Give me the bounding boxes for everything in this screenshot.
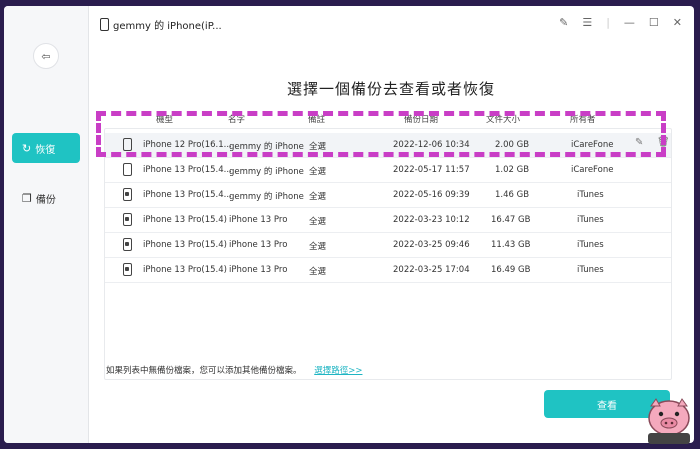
footer-hint: 如果列表中無備份檔案，您可以添加其他備份檔案。 選擇路徑>> [106,364,362,376]
cell-owner: iTunes [577,240,604,250]
cell-model: iPhone 12 Pro(16.1... [143,140,232,150]
cell-name: gemmy 的 iPhone [229,167,304,177]
feedback-icon[interactable]: ✎ [559,16,568,29]
sidebar-item-label: 恢復 [35,144,56,156]
cell-owner: iCareFone [571,140,614,150]
table-row[interactable]: iPhone 13 Pro(15.4) iPhone 13 Pro 全選 202… [105,208,671,233]
refresh-icon: ↻ [22,141,32,155]
cell-model: iPhone 13 Pro(15.4) [143,265,227,275]
cell-owner: iTunes [577,190,604,200]
locked-phone-icon [123,188,132,201]
maximize-icon[interactable]: ☐ [649,16,659,29]
column-header: 機型 [156,115,174,125]
back-button[interactable]: ⇦ [33,43,59,69]
trash-icon[interactable]: 🗑 [657,137,670,148]
column-header: 備份日期 [404,115,439,125]
cell-note: 全選 [309,167,327,177]
close-icon[interactable]: ✕ [673,16,682,29]
title-bar: gemmy 的 iPhone(iP... ✎ ☰ | — ☐ ✕ [88,6,694,42]
menu-icon[interactable]: ☰ [582,16,592,29]
divider: | [606,16,610,29]
cell-name: iPhone 13 Pro [229,265,288,275]
cell-size: 2.00 GB [495,140,530,150]
cell-name: gemmy 的 iPhone [229,192,304,202]
edit-icon[interactable]: ✎ [635,137,643,148]
sidebar-item-restore[interactable]: ↻ 恢復 [12,133,80,163]
cell-size: 1.02 GB [495,165,530,175]
table-row[interactable]: iPhone 13 Pro(15.4) iPhone 13 Pro 全選 202… [105,258,671,283]
phone-icon [123,163,132,176]
cell-date: 2022-03-25 17:04 [393,265,470,275]
cell-date: 2022-03-25 09:46 [393,240,470,250]
cell-model: iPhone 13 Pro(15.4) [143,215,227,225]
hint-text: 如果列表中無備份檔案，您可以添加其他備份檔案。 [106,366,302,376]
exit-icon: ⇦ [41,49,51,63]
sidebar-item-backup[interactable]: ❐ 備份 [12,183,80,213]
cell-owner: iTunes [577,265,604,275]
table-header: 機型 名字 備註 備份日期 文件大小 所有者 [104,113,670,127]
cell-name: gemmy 的 iPhone [229,142,304,152]
device-title: gemmy 的 iPhone(iP... [113,20,222,32]
cell-note: 全選 [309,217,327,227]
phone-icon [123,138,132,151]
locked-phone-icon [123,238,132,251]
cell-date: 2022-05-17 11:57 [393,165,470,175]
cell-size: 16.49 GB [491,265,531,275]
cell-name: iPhone 13 Pro [229,240,288,250]
column-header: 所有者 [570,115,596,125]
page-title: 選擇一個備份去查看或者恢復 [286,80,495,98]
pig-mascot-icon [648,398,690,444]
choose-path-link[interactable]: 選擇路徑>> [314,366,362,376]
cell-note: 全選 [309,267,327,277]
window-controls: ✎ ☰ | — ☐ ✕ [559,16,682,29]
locked-phone-icon [123,263,132,276]
cell-name: iPhone 13 Pro [229,215,288,225]
phone-icon [100,17,109,31]
cell-size: 1.46 GB [495,190,530,200]
cell-note: 全選 [309,242,327,252]
backup-table: iPhone 12 Pro(16.1... gemmy 的 iPhone 全選 … [104,128,672,380]
cell-date: 2022-12-06 10:34 [393,140,470,150]
cell-size: 11.43 GB [491,240,531,250]
cell-date: 2022-05-16 09:39 [393,190,470,200]
device-selector[interactable]: gemmy 的 iPhone(iP... [100,17,222,32]
table-row[interactable]: iPhone 13 Pro(15.4) iPhone 13 Pro 全選 202… [105,233,671,258]
column-header: 備註 [308,115,326,125]
cell-model: iPhone 13 Pro(15.4... [143,165,232,175]
locked-phone-icon [123,213,132,226]
cell-size: 16.47 GB [491,215,531,225]
column-header: 文件大小 [486,115,521,125]
copy-icon: ❐ [22,191,32,205]
cell-owner: iTunes [577,215,604,225]
cell-model: iPhone 13 Pro(15.4) [143,240,227,250]
cell-owner: iCareFone [571,165,614,175]
cell-date: 2022-03-23 10:12 [393,215,470,225]
sidebar-item-label: 備份 [35,194,56,206]
table-row[interactable]: iPhone 13 Pro(15.4... gemmy 的 iPhone 全選 … [105,158,671,183]
cell-note: 全選 [309,192,327,202]
sidebar: ⇦ ↻ 恢復 ❐ 備份 [4,6,89,443]
minimize-icon[interactable]: — [624,16,635,29]
column-header: 名字 [228,115,246,125]
table-row[interactable]: iPhone 12 Pro(16.1... gemmy 的 iPhone 全選 … [105,133,671,158]
cell-model: iPhone 13 Pro(15.4... [143,190,232,200]
table-row[interactable]: iPhone 13 Pro(15.4... gemmy 的 iPhone 全選 … [105,183,671,208]
cell-note: 全選 [309,142,327,152]
